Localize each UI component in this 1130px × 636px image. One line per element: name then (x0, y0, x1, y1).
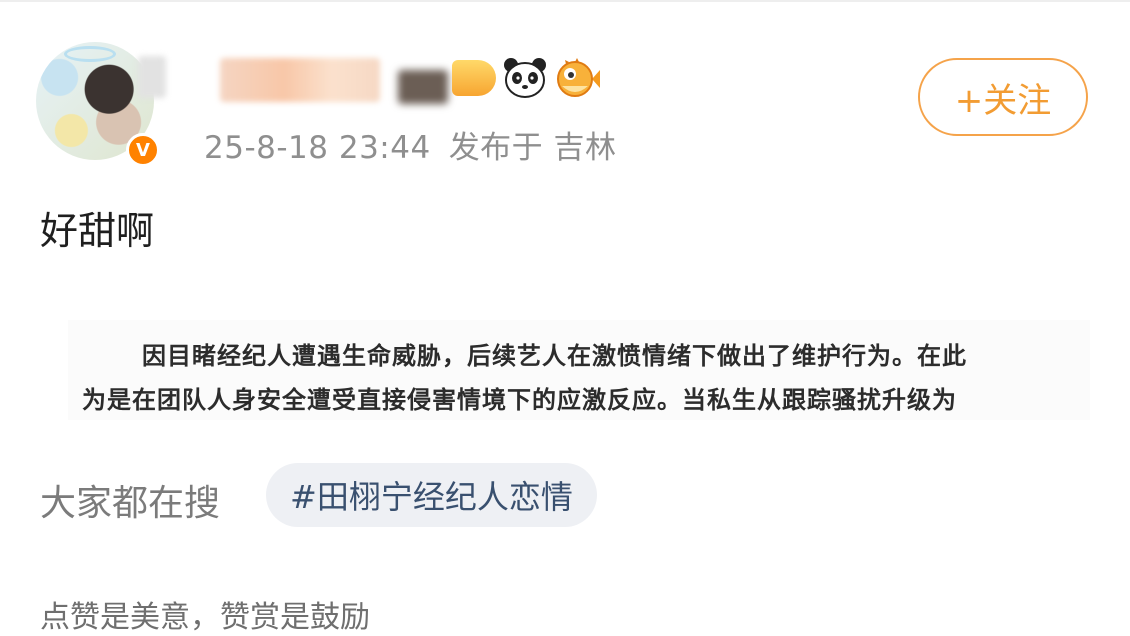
quote-line-1: 因目睹经纪人遭遇生命威胁，后续艺人在激愤情绪下做出了维护行为。在此 (142, 341, 967, 370)
avatar-halo (64, 46, 116, 62)
quoted-image-text[interactable]: 因目睹经纪人遭遇生命威胁，后续艺人在激愤情绪下做出了维护行为。在此 为是在团队人… (68, 320, 1090, 420)
trending-label: 大家都在搜 (40, 483, 221, 524)
post-location: 发布于 吉林 (448, 130, 617, 166)
post-content: 好甜啊 (40, 209, 155, 253)
follow-button-label: +关注 (954, 80, 1052, 121)
top-divider (0, 0, 1130, 2)
level-badge[interactable] (452, 60, 496, 96)
post-meta: 25-8-18 23:44 发布于 吉林 (204, 122, 617, 167)
username-blurred-main[interactable] (220, 58, 380, 102)
follow-button[interactable]: +关注 (918, 58, 1088, 136)
post-timestamp: 25-8-18 23:44 (204, 130, 431, 166)
username-blurred[interactable] (138, 56, 166, 98)
trending-topic-text: #田栩宁经纪人恋情 (290, 478, 573, 516)
pufferfish-icon (557, 58, 600, 97)
panda-icon (504, 58, 546, 98)
footer-text: 点赞是美意，赞赏是鼓励 (40, 600, 370, 635)
username-blurred-tail[interactable] (398, 70, 448, 104)
verified-badge-icon: V (126, 133, 160, 167)
quote-line-2: 为是在团队人身安全遭受直接侵害情境下的应激反应。当私生从跟踪骚扰升级为 (82, 385, 957, 414)
trending-topic-tag[interactable]: #田栩宁经纪人恋情 (266, 463, 597, 527)
